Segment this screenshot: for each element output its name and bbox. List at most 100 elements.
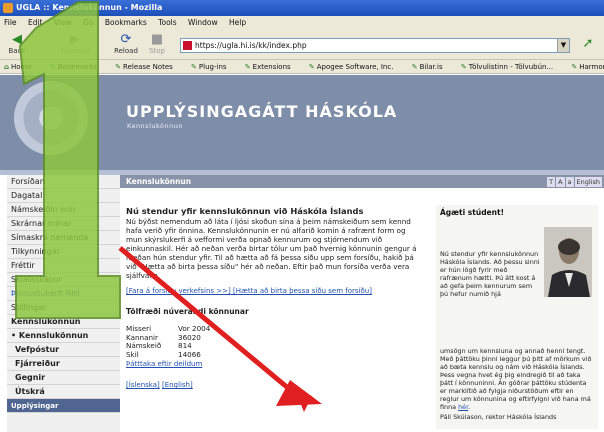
sidebar-item-gegnir[interactable]: Gegnir	[7, 371, 120, 385]
stop-button[interactable]: ■ Stop	[146, 32, 168, 55]
bookmark-extensions[interactable]: ✎ Extensions	[245, 63, 299, 71]
table-row: Kannanir 36020	[126, 333, 420, 343]
rules-here-link[interactable]: hér	[458, 403, 468, 411]
sidebar-item-kennslukonnun[interactable]: • Kennslukönnun	[7, 329, 120, 343]
lang-english-link[interactable]: [English]	[162, 381, 193, 389]
back-arrow-icon: ◀	[12, 32, 22, 47]
site-title: UPPLÝSINGAGÁTT HÁSKÓLA	[126, 102, 398, 121]
sidebar-item-frettir[interactable]: Fréttir	[7, 259, 120, 273]
menu-bookmarks[interactable]: Bookmarks	[105, 18, 147, 27]
sidebar-item-vefpostur[interactable]: Vefpóstur	[7, 343, 120, 357]
url-dropdown-icon[interactable]: ▼	[557, 39, 569, 52]
stop-icon: ■	[150, 32, 164, 47]
sidebar-item-namskeidin[interactable]: Námskeiðin mín	[7, 203, 120, 217]
text-size-small-button[interactable]: a	[565, 177, 574, 187]
bookmark-label: Apogee Software, Inc.	[316, 63, 394, 71]
menu-bar: File Edit View Go Bookmarks Tools Window…	[0, 16, 604, 30]
university-seal-logo	[14, 81, 88, 155]
url-text: https://ugla.hi.is/kk/index.php	[195, 41, 307, 50]
sidebar-nav: Forsíðan Dagatal Námskeiðin mín Skrárnar…	[7, 175, 120, 432]
content-title: Kennslukönnun	[126, 177, 192, 186]
main-content: Nú stendur yfir kennslukönnun við Háskól…	[126, 207, 420, 390]
menu-go[interactable]: Go	[83, 18, 93, 27]
rector-text-body: umsögn um kennsluna og annað henni tengt…	[440, 347, 592, 411]
sidebar-item-forsidan[interactable]: Forsíðan	[7, 175, 120, 189]
bookmark-tolvulistinn[interactable]: ✎ Tölvulistinn - Tölvubún...	[461, 63, 561, 71]
bookmark-icon: ✎	[115, 63, 122, 71]
stop-label: Stop	[149, 47, 165, 55]
menu-window[interactable]: Window	[188, 18, 218, 27]
bookmark-bilar[interactable]: ✎ Bilar.is	[412, 63, 451, 71]
bookmark-label: Harmony	[579, 63, 604, 71]
bookmarks-toolbar: ⌂ Home ✎ Bookmarks ✎ Release Notes ✎ Plug-in…	[0, 60, 604, 74]
bookmark-icon: ✎	[308, 63, 315, 71]
text-size-medium-button[interactable]: A	[556, 177, 565, 187]
action-links: [Fara á forsíðu verkefsins >>] [Hætta að…	[126, 287, 420, 296]
table-row: Námskeið 814	[126, 341, 420, 351]
bookmark-icon: ✎	[191, 63, 197, 71]
stats-table: Misseri Vor 2004 Kannanir 36020 Námskeið 81…	[126, 324, 420, 360]
sidebar-item-simaskra[interactable]: Símaskrá nemenda	[7, 231, 120, 245]
menu-view[interactable]: View	[54, 18, 72, 27]
bookmark-icon: ✎	[571, 63, 578, 71]
forward-button[interactable]: ▶ Forward	[56, 32, 94, 55]
stat-value: 14066	[178, 349, 201, 359]
bookmark-label: Bookmarks	[57, 63, 97, 71]
sidebar-item-tilkynningar[interactable]: Tilkynningar	[7, 245, 120, 259]
go-button[interactable]: ➚	[576, 36, 600, 54]
bookmark-icon: ✎	[244, 63, 251, 71]
url-bar[interactable]: https://ugla.hi.is/kk/index.php ▼	[180, 38, 570, 53]
reload-button[interactable]: ⟳ Reload	[112, 32, 140, 55]
bookmark-plugins[interactable]: ✎ Plug-ins	[191, 63, 234, 71]
bookmark-release-notes[interactable]: ✎ Release Notes	[115, 63, 181, 71]
site-subtitle: Kennslukönnun	[127, 122, 183, 130]
reload-icon: ⟳	[120, 32, 132, 47]
main-heading: Nú stendur yfir kennslukönnun við Háskól…	[126, 206, 364, 216]
bookmark-icon: ✎	[460, 63, 467, 71]
lang-icelandic-link[interactable]: [Íslenska]	[126, 381, 160, 389]
bookmark-label: Bilar.is	[419, 63, 443, 71]
site-favicon-icon	[183, 41, 192, 50]
sidebar-item-thjonustukerfi[interactable]: Þjónustukerfi RHÍ	[7, 287, 120, 301]
back-label: Back	[8, 47, 26, 55]
bookmark-label: Extensions	[252, 63, 291, 71]
sidebar-item-skjalaskapur[interactable]: Skjalaskápur	[7, 273, 120, 287]
window-title-bar: UGLA :: Kennslukönnun - Mozilla	[0, 0, 604, 16]
sidebar-footer-upplysingar: Upplýsingar	[7, 399, 120, 413]
menu-help[interactable]: Help	[229, 18, 246, 27]
bookmark-harmony[interactable]: ✎Harmony	[571, 63, 604, 71]
forward-arrow-icon: ▶	[70, 32, 80, 47]
table-row: Skil 14066	[126, 349, 420, 360]
rector-signature: Páll Skúlason, rektor Háskóla Íslands	[440, 413, 557, 421]
sidebar-item-utskra[interactable]: Útskrá	[7, 385, 120, 399]
rector-message-panel: Ágæti stúdent! Nú stendur yfir kennslukö…	[436, 205, 598, 429]
bookmark-label: Release Notes	[123, 63, 173, 71]
stats-title: Tölfræði núverandi könnunar	[126, 307, 249, 316]
mozilla-icon	[3, 3, 13, 13]
sidebar-section-kennslukonnun: Kennslukönnun	[7, 315, 120, 329]
sidebar-item-skrarnar[interactable]: Skrárnar mínar	[7, 217, 120, 231]
bookmark-label: Tölvulistinn - Tölvubún...	[468, 63, 554, 71]
rector-text-intro: Nú stendur yfir kennslukönnun Háskóla Ís…	[440, 250, 540, 298]
rector-text-body-content: umsögn um kennsluna og annað henni tengt…	[440, 347, 592, 411]
text-size-controls: T Aa English	[546, 176, 602, 189]
bookmark-home[interactable]: ⌂ Home	[4, 63, 40, 71]
sidebar-item-dagatal[interactable]: Dagatal	[7, 189, 120, 203]
stop-showing-link[interactable]: [Hætta að birta þessa síðu sem forsíðu]	[233, 287, 372, 295]
text-size-large-button[interactable]: T	[547, 177, 556, 187]
bookmark-bookmarks[interactable]: ✎ Bookmarks	[50, 63, 105, 71]
menu-tools[interactable]: Tools	[158, 18, 176, 27]
stat-key: Skil	[126, 349, 139, 359]
reload-label: Reload	[114, 47, 138, 55]
participation-by-dept-link[interactable]: Þátttaka eftir deildum	[126, 360, 420, 369]
home-icon: ⌂	[4, 63, 10, 71]
english-button[interactable]: English	[574, 177, 602, 187]
menu-edit[interactable]: Edit	[28, 18, 43, 27]
back-button[interactable]: ◀ Back	[4, 32, 30, 55]
sidebar-item-stillingar[interactable]: Stillingar	[7, 301, 120, 315]
rector-portrait-image	[544, 227, 592, 297]
menu-file[interactable]: File	[4, 18, 17, 27]
bookmark-apogee[interactable]: ✎ Apogee Software, Inc.	[309, 63, 402, 71]
sidebar-item-fjarreidur[interactable]: Fjárreiður	[7, 357, 120, 371]
goto-front-link[interactable]: [Fara á forsíðu verkefsins >>]	[126, 287, 231, 295]
